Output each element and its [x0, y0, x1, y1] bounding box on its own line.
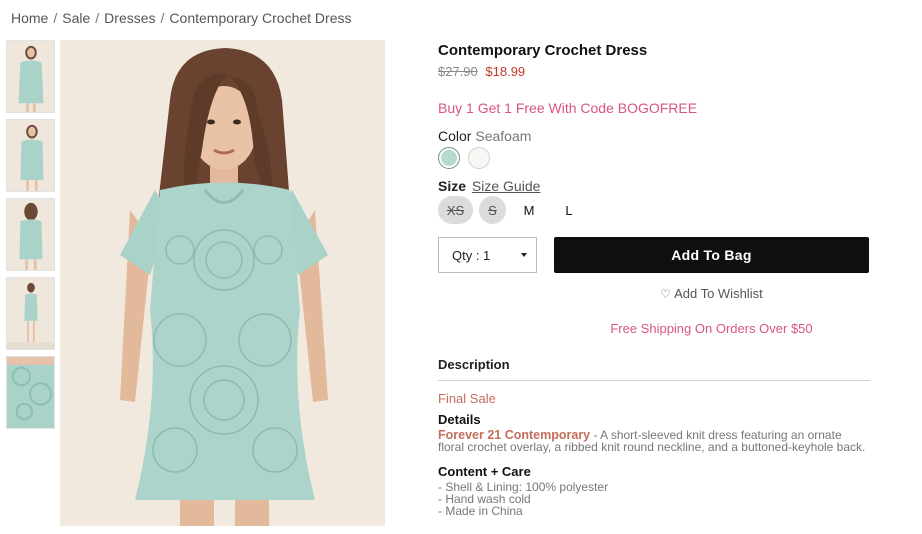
model-illustration: [60, 40, 385, 526]
quantity-label: Qty : 1: [452, 247, 491, 263]
thumbnail-3[interactable]: [6, 198, 55, 271]
free-shipping-banner: Free Shipping On Orders Over $50: [610, 321, 813, 336]
heart-outline-icon: ♡: [660, 287, 672, 301]
size-option-m[interactable]: M: [512, 196, 546, 224]
size-option-xs[interactable]: XS: [438, 196, 473, 224]
thumbnail-4[interactable]: [6, 277, 55, 350]
add-to-bag-button[interactable]: Add To Bag: [554, 237, 869, 273]
thumbnail-5[interactable]: [6, 356, 55, 429]
details-heading: Details: [438, 412, 481, 427]
product-title: Contemporary Crochet Dress: [438, 42, 648, 59]
product-info: Contemporary Crochet Dress $27.90 $18.99…: [438, 40, 870, 517]
promo-text: Buy 1 Get 1 Free With Code BOGOFREE: [438, 100, 698, 116]
add-to-wishlist-button[interactable]: ♡ Add To Wishlist: [438, 286, 870, 301]
breadcrumb-sale[interactable]: Sale: [62, 10, 90, 26]
size-label: Size: [438, 178, 467, 194]
care-item: - Made in China: [438, 504, 523, 518]
breadcrumb-current[interactable]: Contemporary Crochet Dress: [169, 10, 351, 26]
price-block: $27.90 $18.99: [438, 64, 870, 79]
size-option-l[interactable]: L: [552, 196, 586, 224]
breadcrumb-home[interactable]: Home: [11, 10, 48, 26]
thumbnail-1[interactable]: [6, 40, 55, 113]
breadcrumb: Home / Sale / Dresses / Contemporary Crochet D…: [11, 10, 351, 26]
breadcrumb-separator: /: [160, 10, 165, 26]
breadcrumb-dresses[interactable]: Dresses: [104, 10, 155, 26]
size-guide-link[interactable]: Size Guide: [472, 178, 540, 194]
quantity-select[interactable]: Qty : 1: [438, 237, 537, 273]
content-care-list: - Shell & Lining: 100% polyester - Hand …: [438, 481, 870, 517]
caret-down-icon: [521, 253, 527, 257]
color-selector: Color Seafoam: [438, 128, 870, 169]
original-price: $27.90: [438, 64, 478, 79]
thumbnail-2[interactable]: [6, 119, 55, 192]
size-options: XS S M L: [438, 196, 870, 224]
purchase-row: Qty : 1 Add To Bag: [438, 237, 870, 273]
final-sale-label: Final Sale: [438, 391, 496, 406]
size-selector: Size Size Guide XS S M L: [438, 178, 870, 224]
thumbnail-gallery: [6, 40, 56, 435]
wishlist-label: Add To Wishlist: [674, 286, 763, 301]
product-main-image[interactable]: [60, 40, 385, 526]
swatch-seafoam[interactable]: [438, 147, 460, 169]
sale-price: $18.99: [485, 64, 526, 79]
swatch-white[interactable]: [468, 147, 490, 169]
breadcrumb-separator: /: [95, 10, 100, 26]
color-swatches: [438, 147, 870, 169]
description-heading: Description: [438, 357, 870, 381]
color-value: Seafoam: [475, 128, 532, 144]
content-care-heading: Content + Care: [438, 464, 531, 479]
breadcrumb-separator: /: [53, 10, 58, 26]
details-text: Forever 21 Contemporary - A short-sleeve…: [438, 429, 870, 453]
size-option-s[interactable]: S: [479, 196, 506, 224]
color-label: Color: [438, 128, 472, 144]
